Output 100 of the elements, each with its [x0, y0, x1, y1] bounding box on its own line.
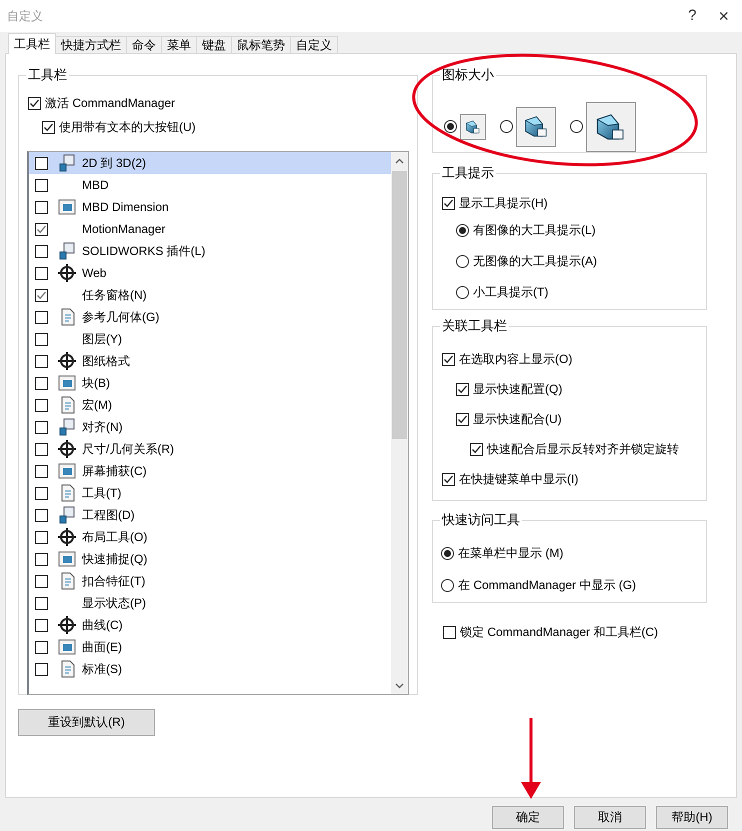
checkbox[interactable]	[35, 442, 48, 456]
checkbox[interactable]	[35, 398, 48, 412]
scrollbar[interactable]	[391, 152, 408, 694]
list-item[interactable]: 尺寸/几何关系(R)	[29, 438, 391, 460]
checkbox[interactable]	[35, 376, 48, 390]
item-label: 参考几何体(G)	[82, 310, 160, 324]
list-item[interactable]: 曲面(E)	[29, 636, 391, 658]
checkbox[interactable]	[28, 96, 41, 110]
checkbox[interactable]	[35, 640, 48, 654]
tab[interactable]: 自定义	[290, 36, 338, 53]
cube-icon	[516, 106, 556, 146]
list-item[interactable]: 工具(T)	[29, 482, 391, 504]
checkbox[interactable]	[35, 266, 48, 280]
tab[interactable]: 键盘	[196, 36, 232, 53]
checkbox[interactable]	[35, 552, 48, 566]
list-item[interactable]: SOLIDWORKS 插件(L)	[29, 240, 391, 262]
list-item[interactable]: 2D 到 3D(2)	[29, 152, 391, 174]
dialog-button[interactable]: 确定	[492, 806, 564, 829]
list-item[interactable]: MotionManager	[29, 218, 391, 240]
dialog-button[interactable]: 取消	[574, 806, 646, 829]
checkbox[interactable]	[35, 486, 48, 500]
list-item[interactable]: 工程图(D)	[29, 504, 391, 526]
tab[interactable]: 菜单	[161, 36, 197, 53]
item-label: SOLIDWORKS 插件(L)	[82, 244, 206, 258]
reset-button[interactable]: 重设到默认(R)	[18, 709, 155, 736]
checkbox[interactable]	[35, 508, 48, 522]
tab[interactable]: 快捷方式栏	[55, 36, 127, 53]
tab[interactable]: 工具栏	[8, 33, 56, 54]
list-item[interactable]: Web	[29, 262, 391, 284]
checkbox[interactable]	[456, 412, 469, 426]
tab[interactable]: 命令	[126, 36, 162, 53]
window-title: 自定义	[7, 8, 43, 24]
checkbox-label: 在选取内容上显示(O)	[459, 352, 572, 366]
checkbox[interactable]	[35, 200, 48, 214]
list-item[interactable]: 屏幕捕获(C)	[29, 460, 391, 482]
item-label: 尺寸/几何关系(R)	[82, 442, 174, 456]
item-label: 工程图(D)	[82, 508, 135, 522]
item-label: 块(B)	[82, 376, 110, 390]
item-label: 显示状态(P)	[82, 596, 146, 610]
radio-button[interactable]	[441, 546, 454, 560]
list-item[interactable]: 参考几何体(G)	[29, 306, 391, 328]
checkbox[interactable]	[35, 178, 48, 192]
checkbox[interactable]	[35, 618, 48, 632]
tab[interactable]: 鼠标笔势	[231, 36, 291, 53]
list-item[interactable]: MBD	[29, 174, 391, 196]
list-item[interactable]: 对齐(N)	[29, 416, 391, 438]
list-item[interactable]: 曲线(C)	[29, 614, 391, 636]
radio-button[interactable]	[456, 255, 469, 268]
list-item[interactable]: MBD Dimension	[29, 196, 391, 218]
checkbox[interactable]	[456, 382, 469, 396]
item-label: 曲线(C)	[82, 618, 123, 632]
radio-button[interactable]	[444, 120, 457, 133]
help-button[interactable]: ?	[688, 7, 696, 25]
radio-label: 在菜单栏中显示 (M)	[458, 546, 564, 560]
radio-label: 无图像的大工具提示(A)	[473, 254, 597, 269]
checkbox-label: 锁定 CommandManager 和工具栏(C)	[460, 624, 658, 640]
group-title: 关联工具栏	[440, 318, 509, 334]
checkbox[interactable]	[442, 196, 455, 210]
checkbox[interactable]	[35, 530, 48, 544]
list-item[interactable]: 图层(Y)	[29, 328, 391, 350]
checkbox[interactable]	[442, 472, 455, 486]
checkbox[interactable]	[35, 464, 48, 478]
close-button[interactable]: ×	[718, 7, 729, 25]
list-item[interactable]: 快速捕捉(Q)	[29, 548, 391, 570]
scrollbar-thumb[interactable]	[392, 171, 407, 439]
checkbox[interactable]	[35, 354, 48, 368]
list-item[interactable]: 块(B)	[29, 372, 391, 394]
checkbox[interactable]	[35, 596, 48, 610]
radio-button[interactable]	[500, 120, 513, 133]
list-item[interactable]: 图纸格式	[29, 350, 391, 372]
checkbox[interactable]	[470, 442, 483, 456]
checkbox-label: 激活 CommandManager	[45, 96, 176, 110]
item-label: MBD	[82, 178, 109, 192]
item-label: 标准(S)	[82, 662, 122, 676]
checkbox[interactable]	[35, 420, 48, 434]
checkbox[interactable]	[442, 352, 455, 366]
checkbox[interactable]	[35, 156, 48, 170]
radio-label: 小工具提示(T)	[473, 285, 548, 300]
checkbox[interactable]	[35, 574, 48, 588]
checkbox[interactable]	[35, 244, 48, 258]
list-item[interactable]: 显示状态(P)	[29, 592, 391, 614]
checkbox[interactable]	[35, 662, 48, 676]
radio-button[interactable]	[570, 120, 583, 133]
checkbox[interactable]	[35, 332, 48, 346]
item-label: 工具(T)	[82, 486, 122, 500]
checkbox[interactable]	[35, 288, 48, 302]
list-item[interactable]: 布局工具(O)	[29, 526, 391, 548]
checkbox[interactable]	[35, 310, 48, 324]
radio-button[interactable]	[441, 578, 454, 592]
checkbox[interactable]	[35, 222, 48, 236]
list-item[interactable]: 任务窗格(N)	[29, 284, 391, 306]
radio-label: 在 CommandManager 中显示 (G)	[458, 578, 636, 592]
checkbox[interactable]	[443, 626, 456, 638]
list-item[interactable]: 扣合特征(T)	[29, 570, 391, 592]
dialog-button[interactable]: 帮助(H)	[656, 806, 728, 829]
radio-button[interactable]	[456, 286, 469, 299]
checkbox[interactable]	[42, 120, 55, 134]
list-item[interactable]: 标准(S)	[29, 658, 391, 680]
radio-button[interactable]	[456, 224, 469, 237]
list-item[interactable]: 宏(M)	[29, 394, 391, 416]
